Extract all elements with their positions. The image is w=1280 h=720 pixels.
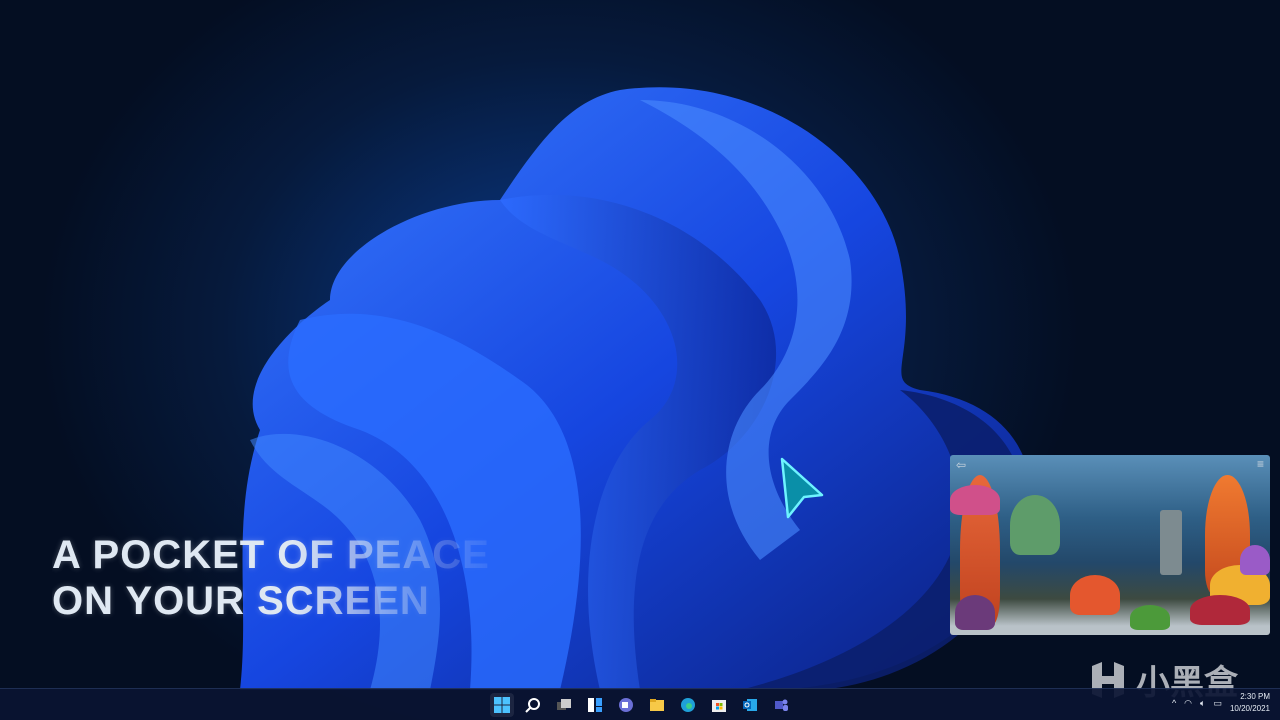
fish-back-icon[interactable]: ⇦	[956, 458, 966, 472]
menu-icon[interactable]: ≡	[1257, 457, 1264, 471]
clock-time: 2:30 PM	[1240, 692, 1270, 701]
clock[interactable]: 2:30 PM 10/20/2021	[1230, 691, 1270, 715]
show-hidden-icons-chevron[interactable]: ^	[1172, 698, 1176, 708]
teams-chat-icon[interactable]	[614, 693, 638, 717]
caption-line-1: A POCKET OF PEACE	[52, 533, 490, 577]
search-icon[interactable]	[521, 693, 545, 717]
volume-icon[interactable]: 🔈︎	[1200, 698, 1205, 709]
promo-caption: A POCKET OF PEACE ON YOUR SCREEN	[52, 532, 490, 624]
battery-icon[interactable]: ▭	[1213, 698, 1222, 709]
task-view-icon[interactable]	[552, 693, 576, 717]
system-tray: ^ ◠ 🔈︎ ▭ 2:30 PM 10/20/2021	[1172, 691, 1270, 715]
clock-date: 10/20/2021	[1229, 704, 1270, 713]
wifi-icon[interactable]: ◠	[1184, 698, 1192, 709]
file-explorer-icon[interactable]	[645, 693, 669, 717]
taskbar: ^ ◠ 🔈︎ ▭ 2:30 PM 10/20/2021	[0, 688, 1280, 720]
caption-line-2: ON YOUR SCREEN	[52, 579, 430, 623]
widgets-icon[interactable]	[583, 693, 607, 717]
aquarium-widget[interactable]: ⇦ ≡	[950, 455, 1270, 635]
microsoft-store-icon[interactable]	[707, 693, 731, 717]
windows-start-icon[interactable]	[490, 693, 514, 717]
mouse-cursor-icon	[780, 457, 824, 519]
teams-icon[interactable]	[769, 693, 793, 717]
edge-icon[interactable]	[676, 693, 700, 717]
outlook-icon[interactable]	[738, 693, 762, 717]
